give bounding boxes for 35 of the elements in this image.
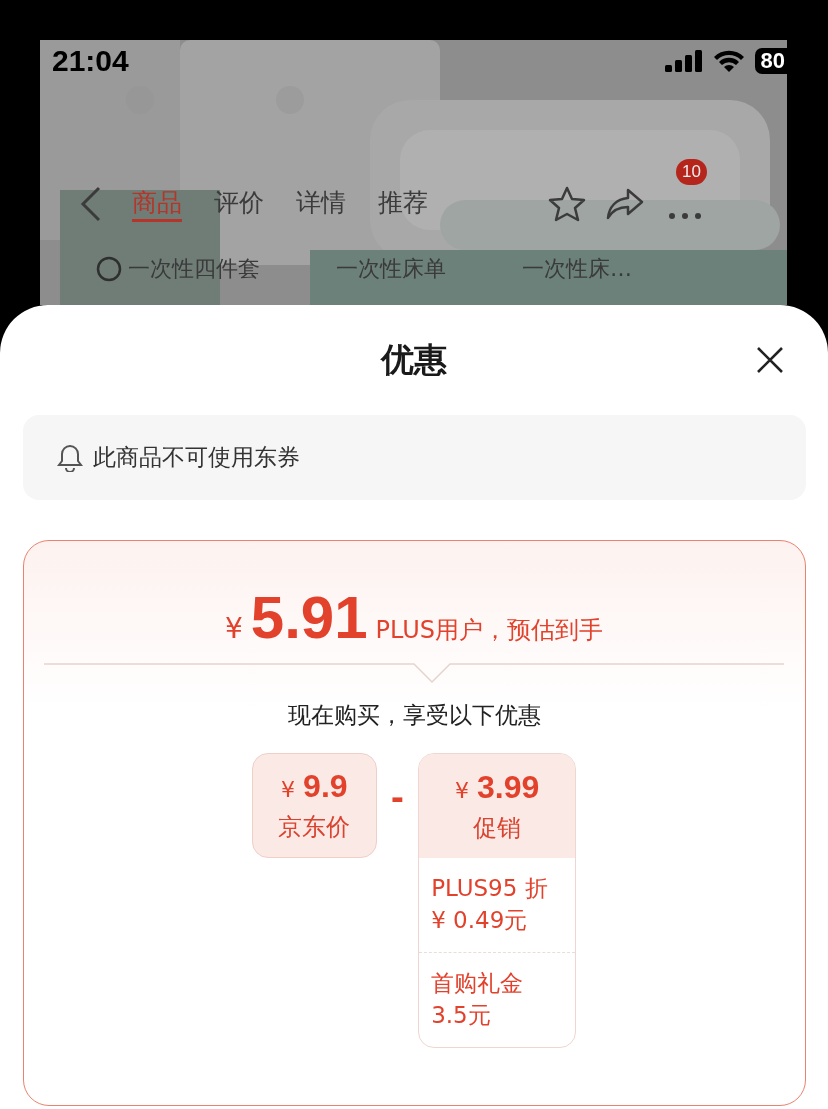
nav-tab[interactable]: 商品 [132, 186, 182, 222]
notice-text: 此商品不可使用东券 [92, 443, 300, 472]
discount-value: ¥ 0.49元 [431, 906, 529, 935]
nav-tab[interactable]: 详情 [296, 186, 346, 222]
nav-tab[interactable]: 推荐 [378, 186, 428, 222]
wifi-icon [712, 49, 745, 73]
breakdown-heading: 现在购买，享受以下优惠 [287, 701, 541, 730]
nav-tab[interactable]: 评价 [214, 186, 264, 222]
status-time: 21:04 [52, 44, 129, 78]
estimated-price: 5.91 [250, 583, 368, 652]
circle-icon [96, 256, 122, 282]
bell-icon [56, 443, 83, 472]
signal-icon [664, 50, 703, 72]
discount-amount: 3.99 [477, 768, 540, 806]
price-amount: 9.9 [303, 768, 348, 805]
discount-name: PLUS95 折 [431, 874, 549, 903]
battery-indicator: 80 [754, 48, 787, 74]
close-icon[interactable] [756, 346, 784, 374]
sheet-title: 优惠 [381, 338, 447, 381]
currency-symbol: ¥ [281, 777, 296, 802]
discount-name: 首购礼金 [431, 969, 525, 998]
price-label: 京东价 [278, 812, 351, 843]
star-icon[interactable] [548, 186, 586, 222]
discount-label: 促销 [473, 812, 522, 844]
currency-symbol: ¥ [455, 777, 469, 803]
variant-tab[interactable]: 一次性床单 [336, 254, 446, 284]
share-icon[interactable] [606, 188, 644, 220]
variant-tab[interactable]: 一次性四件套 [128, 254, 260, 284]
minus-sign: - [390, 779, 405, 817]
discount-value: 3.5元 [431, 1001, 492, 1030]
price-note: PLUS用户，预估到手 [375, 615, 604, 646]
variant-tab[interactable]: 一次性床… [522, 254, 632, 284]
back-icon[interactable] [80, 186, 102, 222]
currency-symbol: ¥ [224, 612, 243, 645]
more-icon[interactable] [668, 211, 702, 220]
